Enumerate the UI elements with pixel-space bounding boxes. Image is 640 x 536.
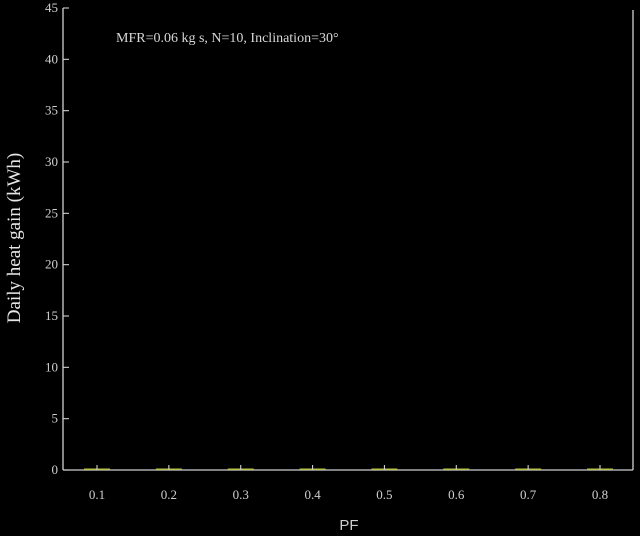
y-tick-label: 20 <box>45 257 58 272</box>
chart-annotation: MFR=0.06 kg s, N=10, Inclination=30° <box>116 31 339 46</box>
x-tick-label: 0.2 <box>161 487 177 502</box>
x-tick-label: 0.1 <box>89 487 105 502</box>
x-tick-label: 0.8 <box>592 487 608 502</box>
x-axis-title: PF <box>339 517 358 534</box>
y-tick-label: 0 <box>52 462 59 477</box>
y-tick-label: 45 <box>45 0 58 15</box>
y-tick-label: 40 <box>45 51 58 66</box>
y-axis-title: Daily heat gain (kWh) <box>4 153 25 323</box>
plot-area <box>62 8 634 471</box>
y-axis-ticks: 0 5 10 15 20 25 30 35 40 45 <box>45 0 69 477</box>
y-tick-label: 5 <box>52 411 59 426</box>
y-tick-label: 10 <box>45 359 58 374</box>
x-tick-label: 0.7 <box>520 487 537 502</box>
y-tick-label: 15 <box>45 308 58 323</box>
y-tick-label: 35 <box>45 103 58 118</box>
x-tick-label: 0.6 <box>448 487 465 502</box>
x-tick-label: 0.3 <box>233 487 249 502</box>
x-tick-label: 0.4 <box>304 487 321 502</box>
y-tick-label: 25 <box>45 205 58 220</box>
x-tick-label: 0.5 <box>376 487 392 502</box>
y-tick-label: 30 <box>45 154 58 169</box>
bar-chart: 0 5 10 15 20 25 30 35 40 45 0.1 0.2 0.3 0.4 0.5 0.6 0.7… <box>4 0 634 534</box>
